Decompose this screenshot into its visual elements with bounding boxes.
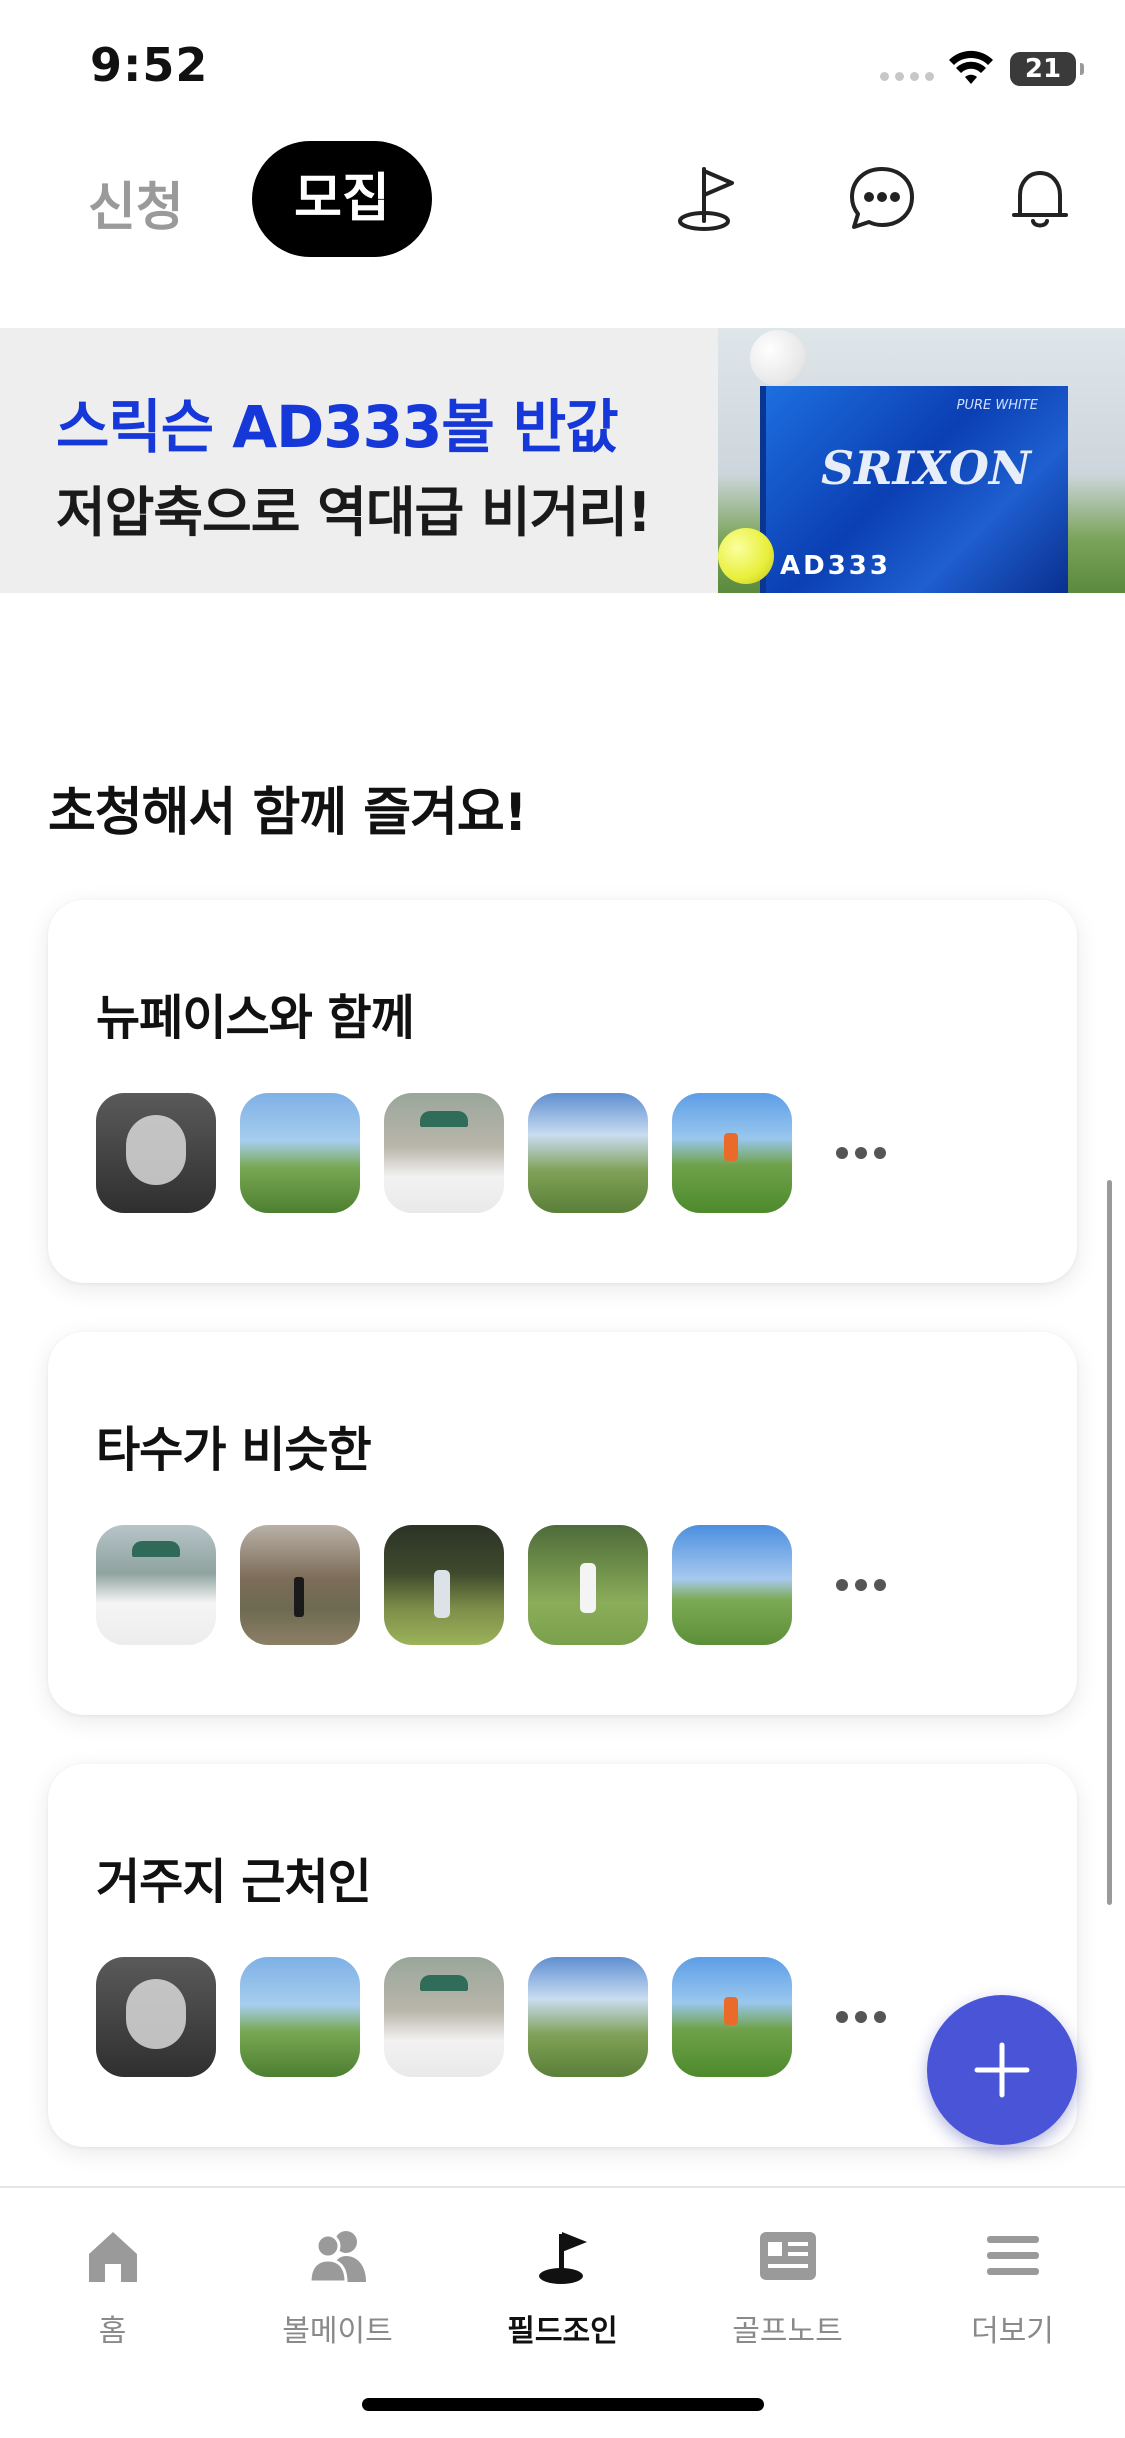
avatar[interactable] bbox=[384, 1957, 504, 2077]
add-button[interactable] bbox=[927, 1995, 1077, 2145]
avatar[interactable] bbox=[528, 1957, 648, 2077]
plus-icon bbox=[974, 2042, 1030, 2098]
tab-golf-note[interactable]: 골프노트 bbox=[675, 2210, 900, 2360]
avatar[interactable] bbox=[240, 1525, 360, 1645]
avatar[interactable] bbox=[96, 1093, 216, 1213]
status-time: 9:52 bbox=[90, 38, 209, 92]
more-icon[interactable] bbox=[826, 1525, 896, 1645]
home-icon bbox=[88, 2232, 137, 2282]
golf-flag-icon bbox=[538, 2232, 587, 2284]
section-title: 초청해서 함께 즐겨요! bbox=[48, 783, 527, 843]
avatar[interactable] bbox=[384, 1525, 504, 1645]
people-icon bbox=[307, 2231, 366, 2284]
note-icon bbox=[759, 2232, 816, 2280]
product-variant: PURE WHITE bbox=[956, 398, 1038, 413]
product-box: PURE WHITE SRIXON AD333 bbox=[766, 386, 1068, 593]
flag-icon[interactable] bbox=[672, 159, 752, 239]
status-bar: 9:52 21 bbox=[0, 0, 1125, 130]
promo-banner[interactable]: 스릭슨 AD333볼 반값 저압축으로 역대급 비거리! PURE WHITE … bbox=[0, 328, 1125, 593]
chat-icon[interactable] bbox=[842, 159, 922, 239]
top-nav: 신청 모집 bbox=[0, 135, 1125, 265]
group-title: 거주지 근처인 bbox=[96, 1854, 372, 1910]
wifi-icon bbox=[949, 50, 993, 84]
tab-label: 볼메이트 bbox=[282, 2314, 393, 2349]
avatar[interactable] bbox=[672, 1525, 792, 1645]
tab-label: 골프노트 bbox=[732, 2314, 843, 2349]
avatar[interactable] bbox=[96, 1957, 216, 2077]
avatar[interactable] bbox=[672, 1957, 792, 2077]
tab-recruit[interactable]: 모집 bbox=[252, 141, 432, 257]
avatar[interactable] bbox=[528, 1525, 648, 1645]
tab-apply[interactable]: 신청 bbox=[88, 165, 184, 240]
avatar[interactable] bbox=[528, 1093, 648, 1213]
menu-icon bbox=[986, 2236, 1039, 2275]
avatar-row bbox=[96, 1093, 896, 1213]
tab-label: 필드조인 bbox=[507, 2314, 618, 2349]
scrollbar[interactable] bbox=[1107, 1180, 1112, 1905]
product-model: AD333 bbox=[780, 551, 891, 581]
tab-ballmate[interactable]: 볼메이트 bbox=[225, 2210, 450, 2360]
golf-ball-white bbox=[750, 330, 806, 386]
banner-subtitle: 저압축으로 역대급 비거리! bbox=[56, 481, 652, 544]
bell-icon[interactable] bbox=[1000, 159, 1080, 239]
group-card-nearby[interactable]: 거주지 근처인 bbox=[48, 1764, 1077, 2147]
avatar[interactable] bbox=[240, 1957, 360, 2077]
tab-field-join[interactable]: 필드조인 bbox=[450, 2210, 675, 2360]
battery-icon: 21 bbox=[1010, 52, 1084, 86]
home-indicator[interactable] bbox=[362, 2398, 764, 2411]
avatar-row bbox=[96, 1957, 896, 2077]
more-icon[interactable] bbox=[826, 1093, 896, 1213]
more-icon[interactable] bbox=[826, 1957, 896, 2077]
avatar[interactable] bbox=[96, 1525, 216, 1645]
group-card-similar-score[interactable]: 타수가 비슷한 bbox=[48, 1332, 1077, 1715]
product-logo: SRIXON bbox=[821, 441, 1031, 495]
tab-label: 더보기 bbox=[971, 2314, 1054, 2349]
cellular-signal-icon bbox=[880, 72, 934, 81]
avatar[interactable] bbox=[240, 1093, 360, 1213]
tab-home[interactable]: 홈 bbox=[0, 2210, 225, 2360]
group-title: 타수가 비슷한 bbox=[96, 1422, 372, 1478]
group-title: 뉴페이스와 함께 bbox=[96, 990, 415, 1046]
avatar[interactable] bbox=[384, 1093, 504, 1213]
avatar[interactable] bbox=[672, 1093, 792, 1213]
group-card-new-faces[interactable]: 뉴페이스와 함께 bbox=[48, 900, 1077, 1283]
golf-ball-yellow bbox=[718, 528, 774, 584]
tab-label: 홈 bbox=[98, 2314, 127, 2349]
avatar-row bbox=[96, 1525, 896, 1645]
banner-product-image: PURE WHITE SRIXON AD333 bbox=[718, 328, 1125, 593]
tab-more[interactable]: 더보기 bbox=[900, 2210, 1125, 2360]
banner-title: 스릭슨 AD333볼 반값 bbox=[56, 393, 619, 461]
